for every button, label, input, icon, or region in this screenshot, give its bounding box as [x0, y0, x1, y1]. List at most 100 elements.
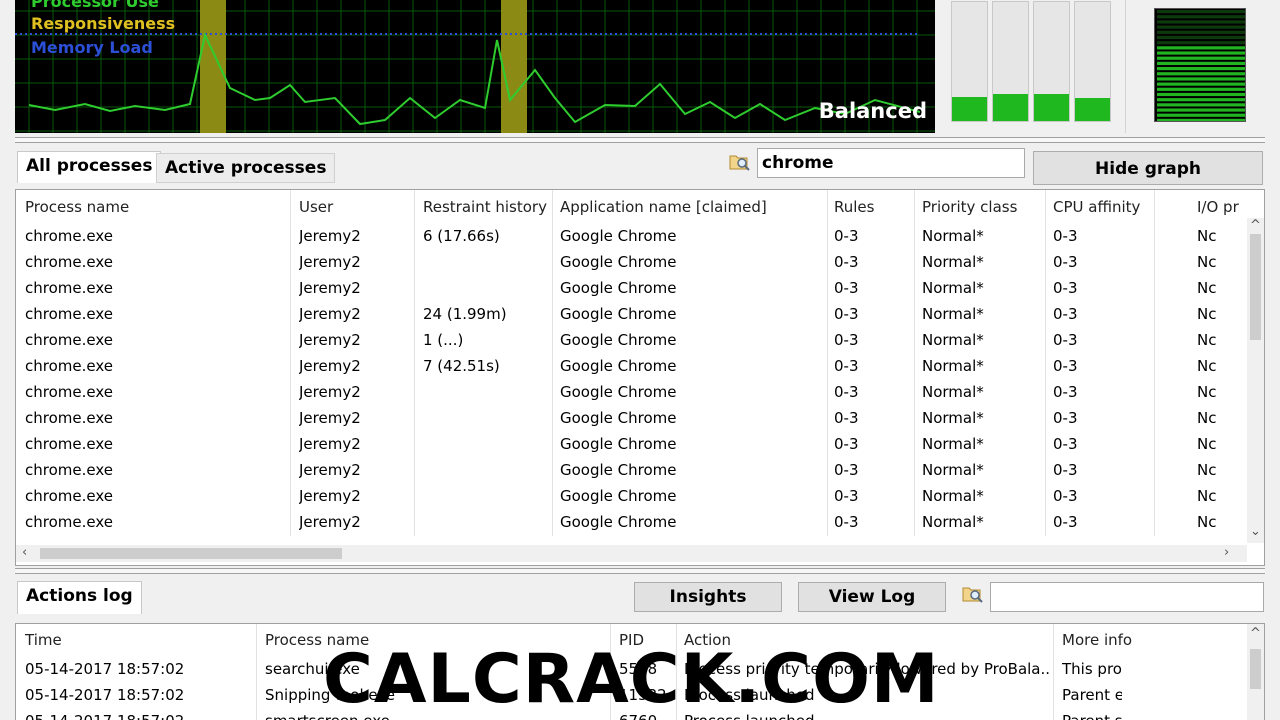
process-table-cell: 0-3 [1053, 409, 1078, 427]
memory-meter-segment [1157, 92, 1245, 97]
table-row[interactable]: chrome.exe Jeremy2 Google Chrome 0-3 Normal*… [16, 458, 1247, 484]
process-table-cell: Jeremy2 [299, 305, 361, 323]
process-table-column-header[interactable]: User [299, 198, 333, 216]
table-row[interactable]: chrome.exe Jeremy2 Google Chrome 0-3 Normal*… [16, 250, 1247, 276]
view-log-button[interactable]: View Log [798, 582, 946, 612]
tab-actions-log[interactable]: Actions log [17, 581, 142, 614]
table-row[interactable]: chrome.exe Jeremy2 7 (42.51s) Google Chrome… [16, 354, 1247, 380]
actions-table-cell: 05-14-2017 18:57:02 [25, 712, 252, 720]
process-table-cell: Google Chrome [560, 253, 677, 271]
process-table-cell: 0-3 [834, 227, 859, 245]
process-table-cell: 0-3 [834, 253, 859, 271]
cpu-core-bar [951, 1, 988, 122]
process-table-column-header[interactable]: CPU affinity [1053, 198, 1140, 216]
cpu-core-fill [1075, 98, 1110, 121]
memory-meter-segment [1157, 25, 1245, 29]
memory-meter-canvas [1157, 10, 1245, 121]
cpu-core-bar [1033, 1, 1070, 122]
process-table-cell: chrome.exe [25, 227, 113, 245]
process-table-cell: 1 (...) [423, 331, 464, 349]
table-row[interactable]: chrome.exe Jeremy2 6 (17.66s) Google Chrome… [16, 224, 1247, 250]
process-table-cell: Normal* [922, 435, 984, 453]
folder-search-icon[interactable] [729, 152, 750, 171]
splitter-bottom[interactable] [15, 568, 1265, 574]
table-row[interactable]: chrome.exe Jeremy2 Google Chrome 0-3 Normal*… [16, 432, 1247, 458]
table-row[interactable]: chrome.exe Jeremy2 Google Chrome 0-3 Normal*… [16, 406, 1247, 432]
actions-table-column-header[interactable]: More info [1062, 631, 1132, 649]
process-table-cell: Normal* [922, 461, 984, 479]
actions-table-cell: Parent svchost.exe (dcom [1062, 712, 1122, 720]
process-table-cell: 0-3 [834, 279, 859, 297]
process-table-cell: 0-3 [834, 461, 859, 479]
memory-meter-segment [1157, 98, 1245, 102]
process-table-column-header[interactable]: Restraint history [423, 198, 547, 216]
actions-table-vscroll[interactable]: ^ [1247, 624, 1264, 720]
tab-all-processes[interactable]: All processes [17, 151, 162, 183]
memory-meter-segment [1157, 67, 1245, 71]
process-table-cell: Normal* [922, 513, 984, 531]
process-table-cell: chrome.exe [25, 435, 113, 453]
table-row[interactable]: chrome.exe Jeremy2 Google Chrome 0-3 Normal*… [16, 510, 1247, 536]
memory-meter-segment [1157, 77, 1245, 81]
table-row[interactable]: chrome.exe Jeremy2 1 (...) Google Chrome 0-3… [16, 328, 1247, 354]
memory-meter-segment [1157, 103, 1245, 107]
process-table-column-header[interactable]: Application name [claimed] [560, 198, 767, 216]
process-table-cell: 0-3 [1053, 227, 1078, 245]
memory-load-meter [1154, 8, 1246, 122]
process-table-cell: Google Chrome [560, 487, 677, 505]
scroll-right-icon[interactable]: › [1224, 545, 1229, 560]
process-table-cell: 24 (1.99m) [423, 305, 507, 323]
memory-meter-segment [1157, 87, 1245, 91]
scroll-down-icon[interactable]: ⌄ [1250, 524, 1261, 539]
process-table-cell: Normal* [922, 227, 984, 245]
memory-meter-segment [1157, 56, 1245, 60]
process-table-cell: chrome.exe [25, 383, 113, 401]
tab-active-processes[interactable]: Active processes [156, 153, 336, 183]
process-table-cell: Jeremy2 [299, 487, 361, 505]
actions-table-column-header[interactable]: Time [25, 631, 62, 649]
process-table-cell: Google Chrome [560, 513, 677, 531]
process-table-hscroll[interactable]: ‹ › [16, 545, 1247, 562]
process-table-cell: Jeremy2 [299, 357, 361, 375]
process-table-cell: 0-3 [1053, 305, 1078, 323]
scroll-left-icon[interactable]: ‹ [22, 545, 27, 560]
cpu-core-fill [952, 97, 987, 121]
hide-graph-button[interactable]: Hide graph [1033, 151, 1263, 185]
memory-meter-segment [1157, 46, 1245, 50]
process-table-column-header[interactable]: Priority class [922, 198, 1017, 216]
process-table-cell: chrome.exe [25, 409, 113, 427]
folder-search-icon[interactable] [962, 584, 983, 603]
table-row[interactable]: chrome.exe Jeremy2 Google Chrome 0-3 Normal*… [16, 276, 1247, 302]
insights-button[interactable]: Insights [634, 582, 782, 612]
scroll-up-icon[interactable]: ^ [1250, 626, 1261, 641]
vscroll-thumb[interactable] [1250, 234, 1261, 340]
process-table-column-header[interactable]: Rules [834, 198, 874, 216]
table-row[interactable]: chrome.exe Jeremy2 Google Chrome 0-3 Normal*… [16, 380, 1247, 406]
process-table-cell: Normal* [922, 409, 984, 427]
cpu-core-bar [1074, 1, 1111, 122]
process-table-cell: chrome.exe [25, 305, 113, 323]
splitter-top[interactable] [15, 137, 1265, 143]
process-table-cell: chrome.exe [25, 331, 113, 349]
process-table-cell: Normal* [922, 383, 984, 401]
process-table-column-header[interactable]: I/O pr [1197, 198, 1239, 216]
actions-table-cell: 05-14-2017 18:57:02 [25, 660, 185, 678]
process-table-column-header[interactable]: Process name [25, 198, 129, 216]
process-table-cell: chrome.exe [25, 357, 113, 375]
memory-meter-segment [1157, 41, 1245, 45]
table-row[interactable]: chrome.exe Jeremy2 24 (1.99m) Google Chrome… [16, 302, 1247, 328]
process-table-cell: Normal* [922, 279, 984, 297]
hscroll-thumb[interactable] [40, 548, 342, 559]
table-row[interactable]: chrome.exe Jeremy2 Google Chrome 0-3 Normal*… [16, 484, 1247, 510]
vscroll-thumb[interactable] [1250, 649, 1261, 689]
actions-search-input[interactable] [990, 582, 1264, 612]
memory-meter-segment [1157, 35, 1245, 40]
process-table-cell: Google Chrome [560, 279, 677, 297]
scroll-up-icon[interactable]: ^ [1250, 218, 1261, 233]
process-table-cell: 0-3 [1053, 461, 1078, 479]
process-table-cell: 0-3 [834, 409, 859, 427]
cpu-core-fill [993, 93, 1028, 121]
process-search-input[interactable] [757, 148, 1025, 178]
processor-use-line [28, 31, 921, 126]
process-table-vscroll[interactable]: ^ ⌄ [1247, 218, 1264, 543]
